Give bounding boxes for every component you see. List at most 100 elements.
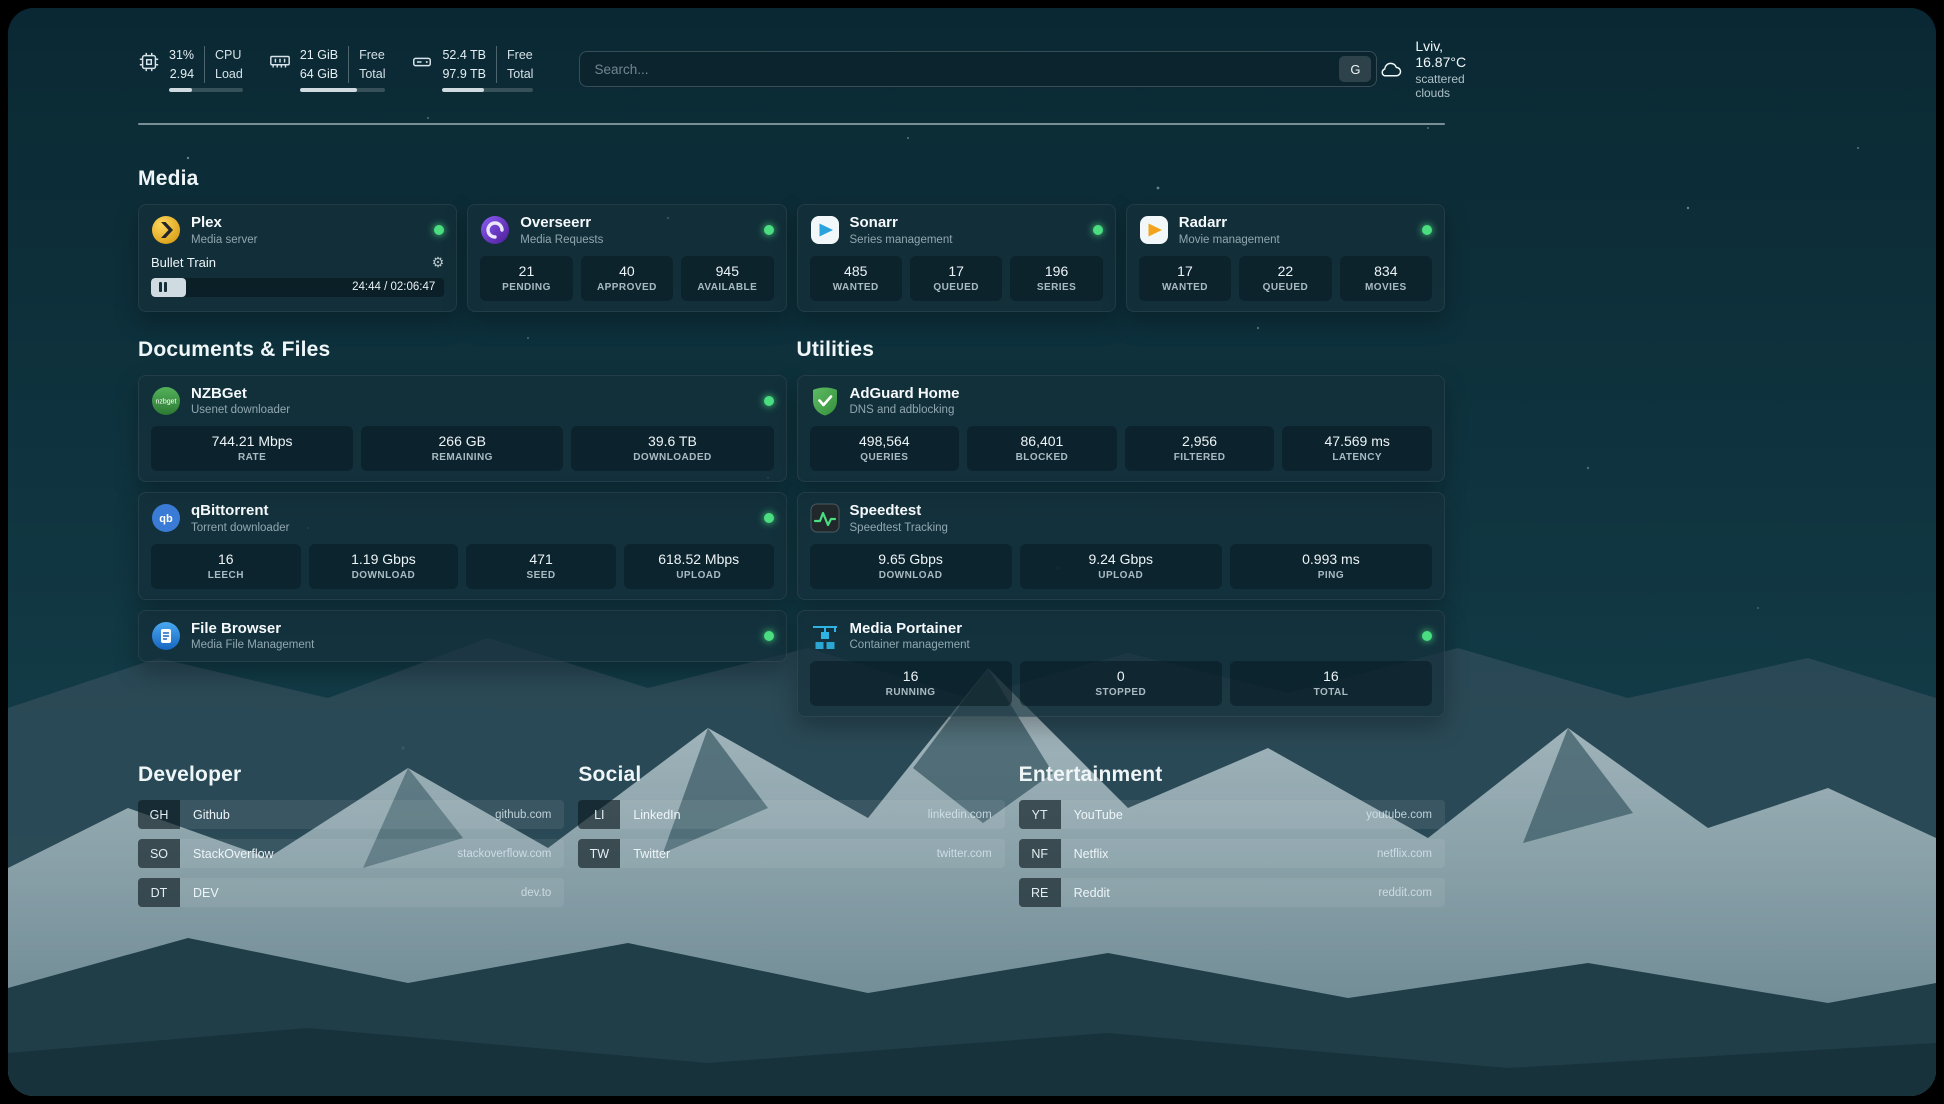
stat-box: 40 APPROVED <box>581 256 673 301</box>
stat-value: 266 GB <box>365 433 559 449</box>
stat-box: 16 RUNNING <box>810 661 1012 706</box>
stat-label: SEED <box>470 570 612 581</box>
speedtest-subtitle: Speedtest Tracking <box>850 522 948 534</box>
bookmark-name: Twitter <box>620 839 670 868</box>
bookmark-dev[interactable]: DT DEV dev.to <box>138 878 564 907</box>
stat-label: WANTED <box>814 282 898 293</box>
cpu-usage-label: CPU <box>204 46 243 64</box>
overseerr-card: Overseerr Media Requests 21 PENDING <box>467 204 786 312</box>
stat-value: 1.19 Gbps <box>313 551 455 567</box>
topbar: 31% CPU 2.94 Load <box>138 38 1445 100</box>
bookmark-netflix[interactable]: NF Netflix netflix.com <box>1019 839 1445 868</box>
section-title-documents: Documents & Files <box>138 338 787 362</box>
stat-value: 0 <box>1024 668 1218 684</box>
cpu-load-value: 2.94 <box>169 65 194 83</box>
adguard-link[interactable]: AdGuard Home DNS and adblocking <box>810 386 1433 417</box>
bookmark-abbr: TW <box>578 839 620 868</box>
cpu-usage-value: 31% <box>169 46 194 64</box>
overseerr-icon <box>480 215 510 245</box>
search-engine-button[interactable]: G <box>1339 56 1371 82</box>
nzbget-link[interactable]: nzbget NZBGet Usenet downloader <box>151 386 774 417</box>
stat-box: 618.52 Mbps UPLOAD <box>624 544 774 589</box>
portainer-icon <box>810 621 840 651</box>
stat-label: MOVIES <box>1344 282 1428 293</box>
radarr-link[interactable]: Radarr Movie management <box>1139 215 1432 246</box>
memory-widget: 21 GiB Free 64 GiB Total <box>269 46 386 91</box>
disk-widget: 52.4 TB Free 97.9 TB Total <box>411 46 533 91</box>
stat-label: QUERIES <box>814 452 956 463</box>
bookmark-url: github.com <box>495 800 564 829</box>
stat-label: QUEUED <box>1243 282 1327 293</box>
filebrowser-link[interactable]: File Browser Media File Management <box>151 621 774 652</box>
stat-box: 498,564 QUERIES <box>810 426 960 471</box>
memory-progress-bar <box>300 88 386 92</box>
section-social: Social LI LinkedIn linkedin.com TW Twitt… <box>578 763 1004 878</box>
stat-value: 39.6 TB <box>575 433 769 449</box>
stat-value: 945 <box>685 263 769 279</box>
bookmark-twitter[interactable]: TW Twitter twitter.com <box>578 839 1004 868</box>
nzbget-stats: 744.21 Mbps RATE 266 GB REMAINING 39.6 T… <box>151 426 774 471</box>
weather-location-temp: Lviv, 16.87°C <box>1415 38 1477 70</box>
bookmark-linkedin[interactable]: LI LinkedIn linkedin.com <box>578 800 1004 829</box>
section-utilities: Utilities <box>797 338 1446 718</box>
stat-label: RATE <box>155 452 349 463</box>
stat-value: 17 <box>914 263 998 279</box>
sonarr-icon <box>810 215 840 245</box>
plex-link[interactable]: Plex Media server <box>151 215 444 246</box>
stat-label: DOWNLOADED <box>575 452 769 463</box>
plex-title: Plex <box>191 215 257 232</box>
qbittorrent-subtitle: Torrent downloader <box>191 522 289 534</box>
stat-label: DOWNLOAD <box>814 570 1008 581</box>
memory-icon <box>269 51 291 73</box>
bookmark-abbr: RE <box>1019 878 1061 907</box>
section-media: Media <box>138 167 1445 312</box>
adguard-stats: 498,564 QUERIES 86,401 BLOCKED 2,956 FIL… <box>810 426 1433 471</box>
bookmark-abbr: SO <box>138 839 180 868</box>
bookmark-name: DEV <box>180 878 219 907</box>
stat-label: AVAILABLE <box>685 282 769 293</box>
cpu-icon <box>138 51 160 73</box>
filebrowser-status-dot <box>764 631 774 641</box>
bookmark-youtube[interactable]: YT YouTube youtube.com <box>1019 800 1445 829</box>
weather-condition: scattered clouds <box>1415 72 1477 100</box>
search-input[interactable] <box>594 62 1339 77</box>
stat-label: PING <box>1234 570 1428 581</box>
disk-icon <box>411 51 433 73</box>
bookmark-url: youtube.com <box>1366 800 1445 829</box>
stat-label: SERIES <box>1014 282 1098 293</box>
stat-box: 0.993 ms PING <box>1230 544 1432 589</box>
portainer-link[interactable]: Media Portainer Container management <box>810 621 1433 652</box>
bookmark-abbr: YT <box>1019 800 1061 829</box>
gear-icon[interactable]: ⚙ <box>432 255 445 269</box>
sonarr-title: Sonarr <box>850 215 953 232</box>
bookmark-name: StackOverflow <box>180 839 274 868</box>
qbittorrent-link[interactable]: qb qBittorrent Torrent downloader <box>151 503 774 534</box>
bookmark-github[interactable]: GH Github github.com <box>138 800 564 829</box>
memory-free-label: Free <box>348 46 385 64</box>
stat-value: 40 <box>585 263 669 279</box>
portainer-title: Media Portainer <box>850 621 970 638</box>
sonarr-subtitle: Series management <box>850 234 953 246</box>
playback-progress-bar: 24:44 / 02:06:47 <box>151 278 444 297</box>
plex-icon <box>151 215 181 245</box>
plex-card: Plex Media server Bullet Train ⚙ <box>138 204 457 312</box>
cpu-progress-bar <box>169 88 243 92</box>
portainer-subtitle: Container management <box>850 639 970 651</box>
search-bar: G <box>579 51 1377 87</box>
plex-status-dot <box>434 225 444 235</box>
overseerr-link[interactable]: Overseerr Media Requests <box>480 215 773 246</box>
bookmark-url: reddit.com <box>1378 878 1445 907</box>
stat-box: 86,401 BLOCKED <box>967 426 1117 471</box>
sonarr-link[interactable]: Sonarr Series management <box>810 215 1103 246</box>
nzbget-card: nzbget NZBGet Usenet downloader <box>138 375 787 483</box>
disk-total-value: 97.9 TB <box>442 65 486 83</box>
stat-value: 17 <box>1143 263 1227 279</box>
sonarr-stats: 485 WANTED 17 QUEUED 196 SERIES <box>810 256 1103 301</box>
qbittorrent-icon: qb <box>151 503 181 533</box>
bookmark-stackoverflow[interactable]: SO StackOverflow stackoverflow.com <box>138 839 564 868</box>
bookmark-reddit[interactable]: RE Reddit reddit.com <box>1019 878 1445 907</box>
stat-box: 16 TOTAL <box>1230 661 1432 706</box>
speedtest-link[interactable]: Speedtest Speedtest Tracking <box>810 503 1433 534</box>
stat-box: 16 LEECH <box>151 544 301 589</box>
filebrowser-title: File Browser <box>191 621 314 638</box>
